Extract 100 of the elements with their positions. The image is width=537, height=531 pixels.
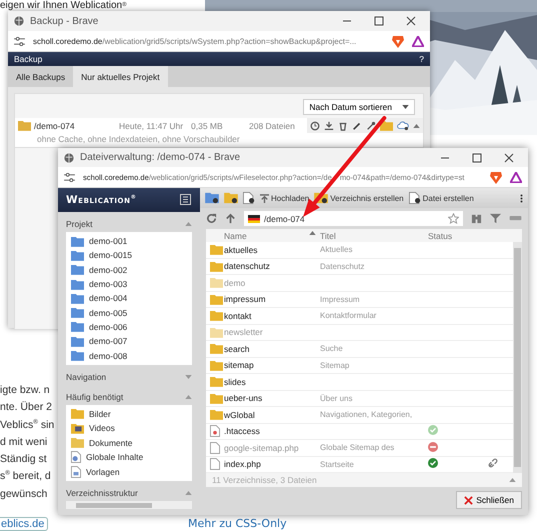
logo: Weblication$^{®}$	[66, 194, 136, 206]
sort-dropdown[interactable]: Nach Datum sortieren	[303, 99, 415, 115]
path-field[interactable]: /demo-074	[244, 211, 463, 226]
shortcut-item[interactable]: Vorlagen	[86, 466, 120, 477]
help-button[interactable]: ?	[419, 54, 424, 64]
globe-icon	[64, 152, 74, 162]
folder-icon	[71, 236, 84, 247]
close-button[interactable]: Schließen	[456, 491, 522, 509]
file-title: Impressum	[320, 294, 361, 304]
file-name[interactable]: datenschutz	[224, 261, 320, 272]
collapse-icon[interactable]	[509, 478, 516, 482]
menu-icon[interactable]	[180, 194, 192, 206]
refresh-icon[interactable]	[206, 213, 217, 224]
lion-shield-icon[interactable]	[490, 170, 502, 184]
file-count: 208 Dateien	[249, 120, 296, 130]
paragraph-text: gewünsch	[0, 486, 48, 502]
folder-icon	[71, 307, 84, 318]
folder-icon	[71, 321, 84, 332]
globe-icon	[14, 16, 24, 26]
close-icon[interactable]	[406, 16, 416, 26]
file-name[interactable]: sitemap	[224, 360, 320, 370]
section-title[interactable]: Navigation	[66, 372, 106, 382]
toolbar-button[interactable]: Datei erstellen	[408, 192, 474, 204]
section-title[interactable]: Projekt	[66, 219, 92, 229]
more-icon[interactable]	[520, 192, 523, 204]
shortcut-item[interactable]: Globale Inhalte	[86, 452, 144, 462]
shortcut-item[interactable]: Bilder	[89, 408, 111, 419]
file-title: Über uns	[320, 394, 354, 403]
file-name[interactable]: index.php	[224, 459, 320, 470]
column-header[interactable]: Titel	[320, 230, 428, 240]
toolbar-button[interactable]: Hochladen	[260, 194, 310, 202]
window-title: Dateiverwaltung: /demo-074 - Brave	[80, 152, 242, 163]
history-icon[interactable]	[310, 120, 320, 130]
filter-icon[interactable]	[490, 213, 501, 224]
project-item[interactable]: demo-005	[89, 308, 128, 318]
collapse-icon[interactable]	[413, 124, 420, 128]
tab[interactable]: Nur aktuelles Projekt	[73, 66, 168, 87]
file-title: Navigationen, Kategorien,	[320, 410, 414, 420]
paragraph-text: d mit weni	[0, 434, 48, 450]
section-title[interactable]: Verzeichnisstruktur	[66, 488, 138, 498]
column-header[interactable]: Name	[224, 230, 320, 240]
maximize-icon[interactable]	[472, 152, 482, 162]
shortcut-item[interactable]: Videos	[89, 423, 115, 434]
file-name[interactable]: kontakt	[224, 310, 320, 321]
project-item[interactable]: demo-007	[89, 336, 128, 346]
folder-settings-icon[interactable]	[224, 192, 238, 204]
file-title: Kontaktformular	[320, 311, 378, 320]
file-name[interactable]: impressum	[224, 294, 320, 304]
backup-size: 0,35 MB	[191, 120, 224, 130]
pencil-icon[interactable]	[352, 120, 362, 130]
up-arrow-icon[interactable]	[225, 213, 236, 224]
folder-settings-icon[interactable]	[205, 192, 219, 204]
column-header[interactable]: Status	[428, 230, 488, 240]
site-settings-icon[interactable]	[14, 36, 25, 46]
project-item[interactable]: demo-003	[89, 279, 128, 290]
project-item[interactable]: demo-004	[89, 293, 128, 304]
section-title[interactable]: Häufig benötigt	[66, 392, 124, 402]
file-name[interactable]: aktuelles	[224, 244, 320, 255]
file-name[interactable]: ueber-uns	[224, 393, 320, 404]
file-settings-icon[interactable]	[243, 192, 255, 204]
star-icon[interactable]	[448, 213, 459, 224]
project-item[interactable]: demo-008	[89, 350, 128, 361]
folder-add-icon	[314, 192, 328, 204]
site-settings-icon[interactable]	[64, 172, 75, 182]
link-button[interactable]: eblics.de	[0, 517, 48, 531]
backup-path[interactable]: /demo-074	[34, 120, 119, 130]
window-title: Backup - Brave	[30, 16, 100, 26]
file-name[interactable]: wGlobal	[224, 410, 320, 420]
file-title: Suche	[320, 344, 344, 354]
close-icon[interactable]	[504, 152, 514, 162]
file-title: Globale Sitemap des	[320, 443, 396, 452]
folder-icon	[71, 437, 84, 448]
file-name[interactable]: .htaccess	[224, 426, 320, 436]
triangle-icon[interactable]	[412, 36, 424, 46]
maximize-icon[interactable]	[374, 16, 384, 26]
file-title: Datenschutz	[320, 262, 366, 271]
project-item[interactable]: demo-0015	[89, 250, 132, 260]
template-icon	[71, 466, 81, 478]
key-icon[interactable]	[366, 120, 376, 130]
text-link[interactable]: Mehr zu CSS-Only	[188, 518, 287, 530]
project-item[interactable]: demo-006	[89, 322, 128, 332]
download-icon[interactable]	[324, 120, 334, 130]
triangle-icon[interactable]	[510, 172, 522, 182]
toolbar-button[interactable]: Verzeichnis erstellen	[314, 192, 404, 204]
file-title: Startseite	[320, 460, 355, 469]
project-item[interactable]: demo-002	[89, 264, 128, 275]
file-name[interactable]: search	[224, 344, 320, 354]
shortcut-item[interactable]: Dokumente	[89, 438, 132, 448]
close-icon	[464, 496, 474, 504]
paragraph-text: Veblics$^{®}$ sin	[0, 417, 54, 433]
paragraph-text: Ständig st	[0, 452, 48, 468]
film-folder-icon	[71, 422, 84, 434]
lion-shield-icon[interactable]	[392, 34, 404, 48]
trash-icon[interactable]	[338, 120, 348, 130]
paragraph-text: nte. Über 2	[0, 400, 53, 416]
scrollbar[interactable]	[66, 501, 192, 510]
file-name[interactable]: slides	[224, 376, 320, 387]
project-item[interactable]: demo-001	[89, 236, 128, 246]
scrollbar[interactable]	[513, 242, 522, 473]
cloud-icon[interactable]	[397, 120, 409, 130]
